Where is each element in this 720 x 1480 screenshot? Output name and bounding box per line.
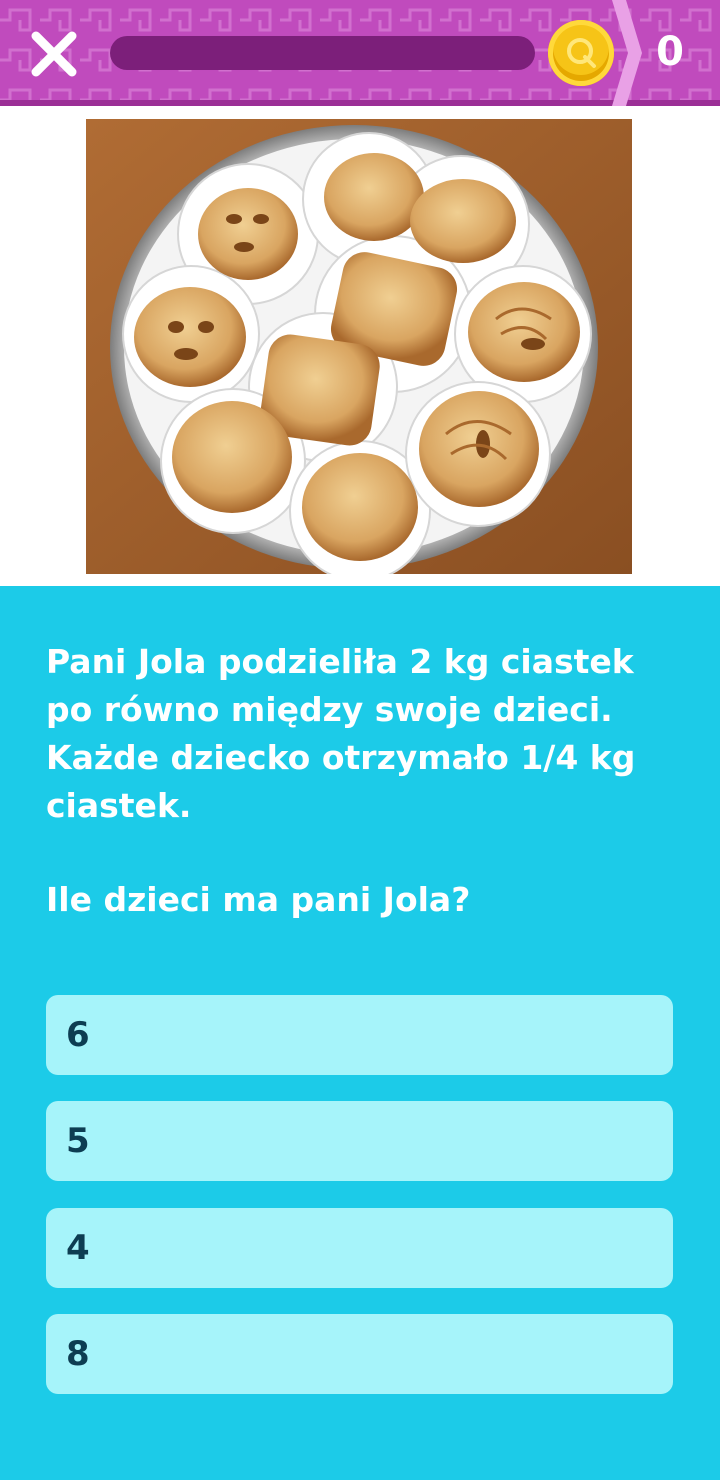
close-icon	[31, 31, 77, 77]
coin-icon	[548, 20, 614, 86]
close-button[interactable]	[28, 28, 80, 80]
cookie-tin-image	[86, 119, 632, 574]
answer-option-3[interactable]: 4	[46, 1208, 673, 1288]
answer-label: 4	[66, 1228, 90, 1268]
question-line: Każde dziecko otrzymało 1/4 kg	[46, 738, 636, 777]
question-line: ciastek.	[46, 786, 192, 825]
answer-label: 5	[66, 1121, 90, 1161]
score-counter: 0	[656, 29, 684, 75]
chevron-decoration	[612, 0, 642, 106]
answer-option-2[interactable]: 5	[46, 1101, 673, 1181]
top-bar: 0	[0, 0, 720, 106]
answer-label: 8	[66, 1334, 90, 1374]
question-line: Pani Jola podzieliła 2 kg ciastek	[46, 642, 634, 681]
question-line: po równo między swoje dzieci.	[46, 690, 613, 729]
question-image-area	[0, 106, 720, 586]
answer-option-1[interactable]: 6	[46, 995, 673, 1075]
question-text: Pani Jola podzieliła 2 kg ciastek po rów…	[46, 638, 676, 830]
coin-q-glyph	[567, 38, 596, 68]
question-prompt: Ile dzieci ma pani Jola?	[46, 880, 471, 919]
answer-option-4[interactable]: 8	[46, 1314, 673, 1394]
answer-label: 6	[66, 1015, 90, 1055]
progress-bar	[110, 36, 535, 70]
